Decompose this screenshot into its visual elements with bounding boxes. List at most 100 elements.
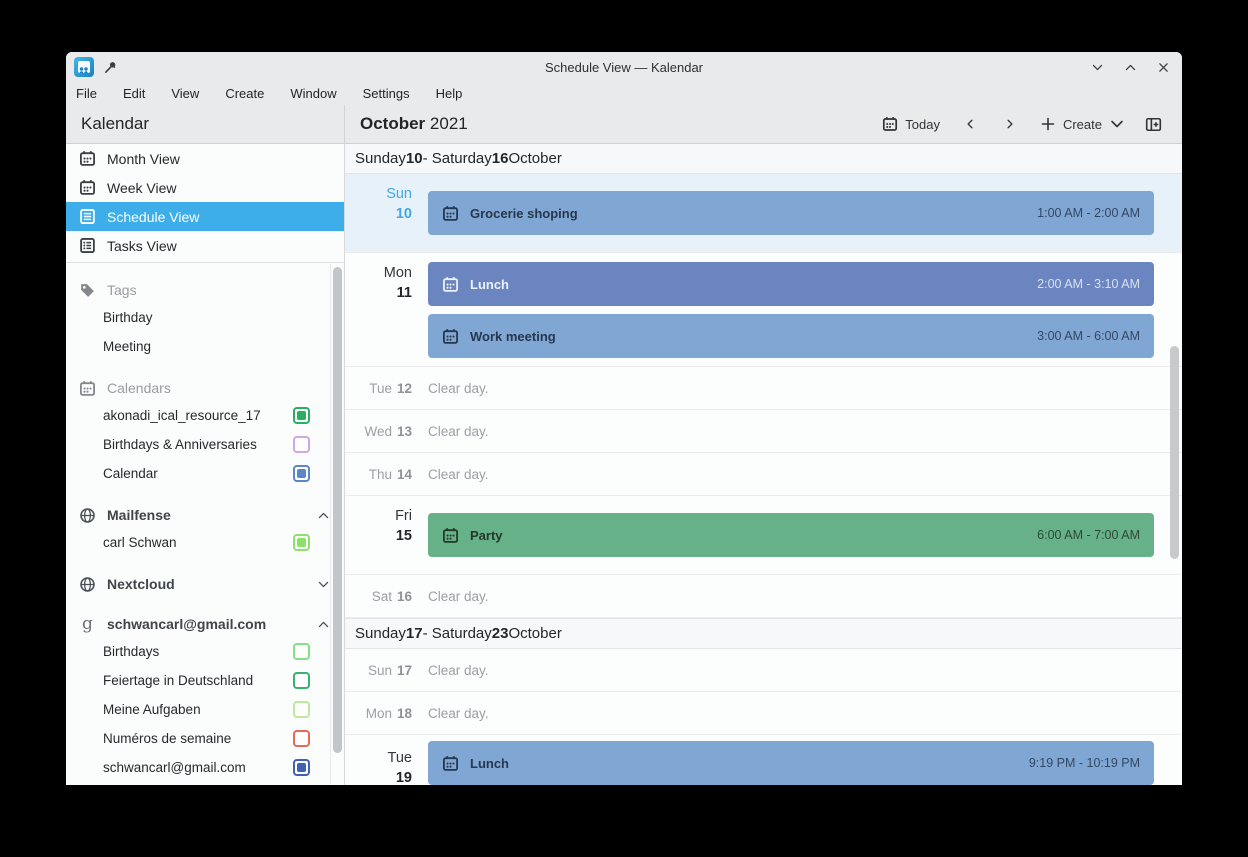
day-row-sat-16: Sat 16 Clear day. (345, 575, 1182, 618)
menu-help[interactable]: Help (434, 84, 465, 103)
event-card[interactable]: Work meeting 3:00 AM - 6:00 AM (428, 314, 1154, 358)
account-header-nextcloud[interactable]: Nextcloud (66, 571, 344, 597)
calendar-checkbox[interactable] (293, 436, 310, 453)
sidebar-item-month-view[interactable]: Month View (66, 144, 344, 173)
event-card[interactable]: Grocerie shoping 1:00 AM - 2:00 AM (428, 191, 1154, 235)
calendar-label: Calendar (103, 466, 158, 481)
previous-button[interactable] (954, 114, 986, 134)
calendar-list-item[interactable]: Birthdays (66, 637, 344, 666)
close-button[interactable] (1157, 61, 1170, 74)
chevron-down-icon[interactable] (317, 578, 330, 591)
schedule-view: Sunday 10 - Saturday 16 October Sun 10 G… (345, 144, 1182, 785)
menu-edit[interactable]: Edit (121, 84, 147, 103)
main-scrollbar-thumb[interactable] (1170, 346, 1179, 559)
event-calendar-icon (442, 755, 459, 772)
tag-icon (79, 282, 96, 299)
calendar-label: akonadi_ical_resource_17 (103, 408, 261, 423)
week-header-text: - Saturday (422, 625, 492, 642)
sidebar-scrollbar-thumb[interactable] (333, 267, 342, 753)
account-mailfense: Mailfense carl Schwan (66, 502, 344, 557)
minimize-button[interactable] (1091, 61, 1104, 74)
menu-bar: File Edit View Create Window Settings He… (66, 82, 1182, 105)
calendar-list-item[interactable]: akonadi_ical_resource_17 (66, 401, 344, 430)
calendar-checkbox[interactable] (293, 759, 310, 776)
calendar-checkbox[interactable] (293, 534, 310, 551)
calendar-list-item[interactable]: Meine Aufgaben (66, 695, 344, 724)
day-name: Tue (387, 750, 412, 766)
calendar-checkbox[interactable] (293, 407, 310, 424)
day-name: Wed (364, 423, 392, 439)
event-card[interactable]: Lunch 2:00 AM - 3:10 AM (428, 262, 1154, 306)
maximize-button[interactable] (1124, 61, 1137, 74)
calendar-list-item[interactable]: Birthdays & Anniversaries (66, 430, 344, 459)
sidebar-scrollbar[interactable] (330, 264, 344, 785)
next-button[interactable] (994, 114, 1026, 134)
create-button[interactable]: Create (1034, 112, 1131, 136)
tasks-list-icon (79, 237, 96, 254)
calendar-label: Birthdays & Anniversaries (103, 437, 257, 452)
menu-create[interactable]: Create (223, 84, 266, 103)
google-icon: g (82, 613, 93, 634)
toggle-panel-button[interactable] (1139, 112, 1168, 137)
calendar-checkbox[interactable] (293, 672, 310, 689)
account-header-mailfense[interactable]: Mailfense (66, 502, 344, 528)
calendar-list-item[interactable]: carl Schwan (66, 528, 344, 557)
calendars-section-header[interactable]: Calendars (66, 375, 344, 401)
tag-item-meeting[interactable]: Meeting (66, 332, 344, 361)
schedule-list-icon (79, 208, 96, 225)
account-header-gmail[interactable]: g schwancarl@gmail.com (66, 611, 344, 637)
calendar-list-item[interactable]: Feiertage in Deutschland (66, 666, 344, 695)
date-cell: Wed 13 (345, 424, 428, 439)
today-button[interactable]: Today (876, 112, 946, 136)
tag-item-birthday[interactable]: Birthday (66, 303, 344, 332)
sidebar-separator (66, 262, 344, 263)
menu-window[interactable]: Window (288, 84, 338, 103)
calendar-checkbox[interactable] (293, 465, 310, 482)
chevron-up-icon[interactable] (317, 618, 330, 631)
sidebar-item-week-view[interactable]: Week View (66, 173, 344, 202)
day-number: 16 (396, 588, 412, 604)
chevron-left-icon (964, 118, 976, 130)
week-header: Sunday 17 - Saturday 23 October (345, 618, 1182, 649)
calendar-checkbox[interactable] (293, 701, 310, 718)
day-number: 11 (396, 285, 412, 301)
calendar-checkbox[interactable] (293, 730, 310, 747)
main-scrollbar[interactable] (1169, 144, 1180, 785)
calendar-list-item[interactable]: Numéros de semaine (66, 724, 344, 753)
clear-day-label: Clear day. (428, 662, 489, 678)
week-header-text: Sunday (355, 625, 406, 642)
menu-view[interactable]: View (169, 84, 201, 103)
day-number: 13 (396, 423, 412, 439)
app-icon (74, 57, 94, 77)
calendar-icon (79, 380, 96, 397)
calendar-list-item[interactable]: Calendar (66, 459, 344, 488)
calendar-week-icon (79, 179, 96, 196)
account-label: Mailfense (107, 507, 171, 523)
menu-settings[interactable]: Settings (361, 84, 412, 103)
menu-file[interactable]: File (74, 84, 99, 103)
week-header-day: 10 (405, 150, 423, 167)
calendar-list-item[interactable]: schwancarl@gmail.com (66, 753, 344, 782)
day-number: 18 (396, 705, 412, 721)
globe-icon (79, 507, 96, 524)
globe-icon (79, 576, 96, 593)
day-number: 12 (396, 380, 412, 396)
sidebar-item-schedule-view[interactable]: Schedule View (66, 202, 344, 231)
sidebar-item-tasks-view[interactable]: Tasks View (66, 231, 344, 260)
section-label: Calendars (107, 380, 171, 396)
day-name: Sun (386, 186, 412, 202)
clear-day-label: Clear day. (428, 423, 489, 439)
date-cell: Mon 11 (345, 253, 428, 366)
sidebar-item-label: Month View (107, 150, 180, 167)
event-card[interactable]: Lunch 9:19 PM - 10:19 PM (428, 741, 1154, 785)
tags-section-header[interactable]: Tags (66, 277, 344, 303)
event-title: Lunch (470, 755, 509, 771)
account-nextcloud: Nextcloud (66, 571, 344, 597)
pin-icon[interactable] (103, 60, 118, 75)
event-time: 3:00 AM - 6:00 AM (1037, 329, 1140, 343)
event-card[interactable]: Party 6:00 AM - 7:00 AM (428, 513, 1154, 557)
week-header: Sunday 10 - Saturday 16 October (345, 144, 1182, 174)
week-header-day: 16 (491, 150, 509, 167)
chevron-up-icon[interactable] (317, 509, 330, 522)
calendar-checkbox[interactable] (293, 643, 310, 660)
